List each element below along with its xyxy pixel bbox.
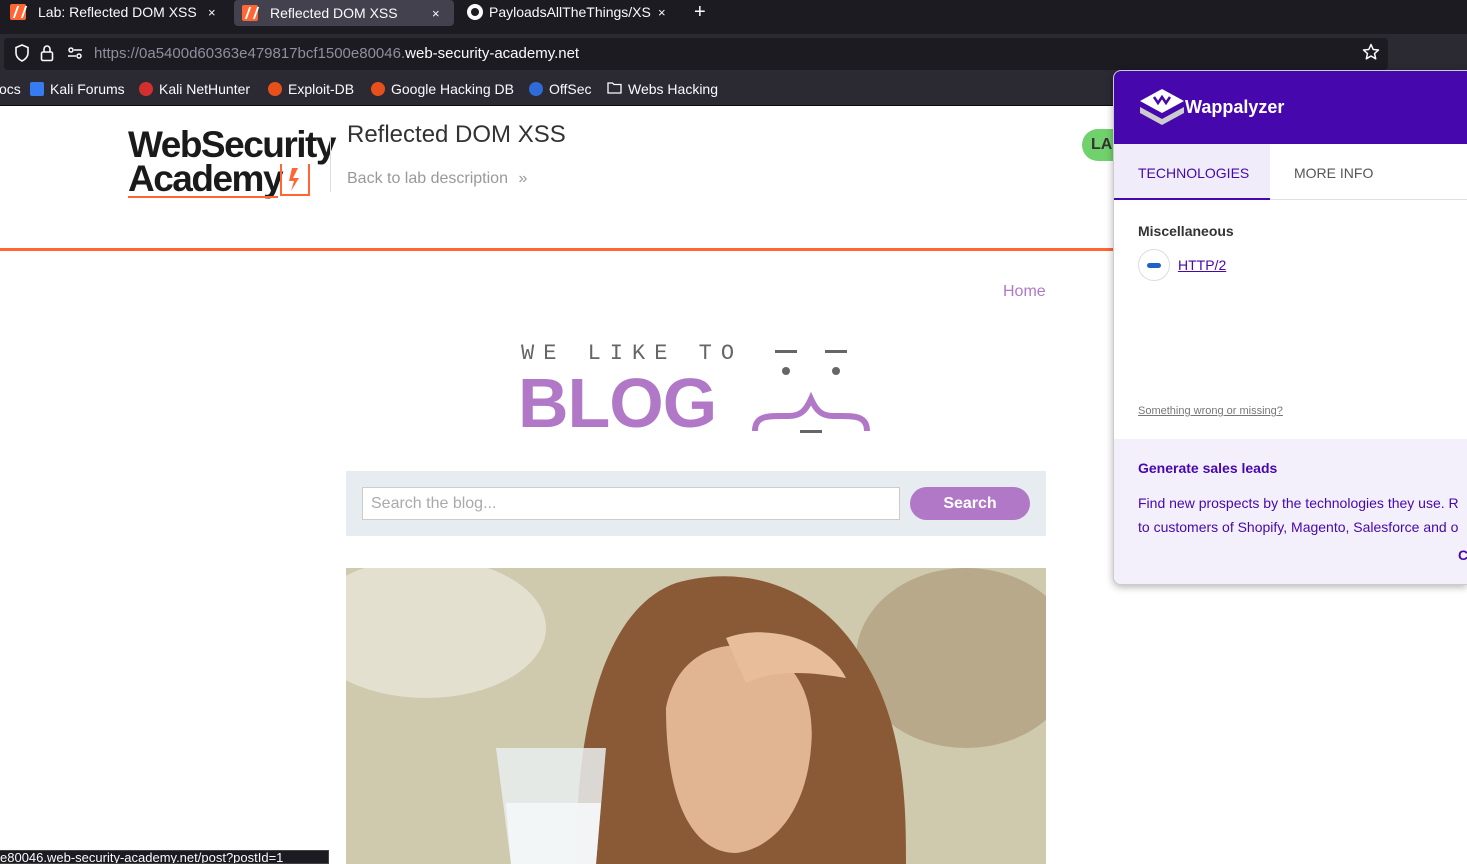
promo-line: to customers of Shopify, Magento, Salesf… <box>1138 519 1459 535</box>
promo-title: Generate sales leads <box>1138 460 1278 476</box>
bookmark-google-hacking-db[interactable]: Google Hacking DB <box>371 81 514 97</box>
chevron-right-icon: » <box>518 170 528 187</box>
technology-item[interactable]: HTTP/2 <box>1138 249 1226 281</box>
back-to-lab-description-link[interactable]: Back to lab description » <box>347 170 527 188</box>
browser-tab-bar: Lab: Reflected DOM XSS | × Reflected DOM… <box>0 0 1467 34</box>
bookmark-label: Google Hacking DB <box>391 81 514 97</box>
tab-title: PayloadsAllTheThings/XS <box>489 4 651 20</box>
tab-close-icon[interactable]: × <box>658 5 666 20</box>
blog-banner: WE LIKE TO BLOG <box>518 338 878 442</box>
category-heading: Miscellaneous <box>1138 223 1234 239</box>
wappalyzer-tabs: TECHNOLOGIES MORE INFO <box>1114 144 1467 200</box>
tab-technologies[interactable]: TECHNOLOGIES <box>1114 144 1270 200</box>
url-prefix: https://0a5400d60363e479817bcf1500e80046… <box>94 45 406 62</box>
something-wrong-link[interactable]: Something wrong or missing? <box>1138 405 1283 417</box>
technology-link[interactable]: HTTP/2 <box>1178 257 1226 273</box>
url-domain: web-security-academy.net <box>405 45 580 62</box>
bookmark-label: Webs Hacking <box>628 81 719 97</box>
nav-home-link[interactable]: Home <box>1003 283 1046 301</box>
ghdb-icon <box>371 82 385 96</box>
promo-cta-button[interactable]: C <box>1458 547 1467 563</box>
new-tab-icon[interactable]: + <box>694 1 706 24</box>
exploit-db-icon <box>268 82 282 96</box>
bookmark-kali-nethunter[interactable]: Kali NetHunter <box>139 81 250 97</box>
search-input[interactable] <box>362 487 900 520</box>
portswigger-favicon-icon <box>242 5 258 21</box>
url-text[interactable]: https://0a5400d60363e479817bcf1500e80046… <box>94 45 579 62</box>
search-button[interactable]: Search <box>910 487 1030 520</box>
kali-dragon-icon <box>30 82 44 96</box>
navigation-bar: https://0a5400d60363e479817bcf1500e80046… <box>0 34 1467 74</box>
shield-icon[interactable] <box>14 44 30 66</box>
web-security-academy-logo[interactable]: WebSecurity Academy <box>128 124 336 199</box>
promo-panel: Generate sales leads Find new prospects … <box>1114 439 1467 584</box>
logo-text-line2: Academy <box>128 158 284 199</box>
logo-underline <box>128 196 278 198</box>
bookmark-exploit-db[interactable]: Exploit-DB <box>268 81 354 97</box>
tab-title: Lab: Reflected DOM XSS | <box>38 4 198 20</box>
search-form: Search <box>346 471 1046 536</box>
wappalyzer-brand: Wappalyzer <box>1185 97 1285 117</box>
logo-bolt-icon <box>280 164 310 196</box>
bookmark-folder-webs-hacking[interactable]: Webs Hacking <box>607 81 718 97</box>
tab-lab-description[interactable]: Lab: Reflected DOM XSS | × <box>10 0 230 24</box>
bookmark-label: Kali Forums <box>50 81 125 97</box>
bookmark-label: OffSec <box>549 81 592 97</box>
http2-icon <box>1138 249 1170 281</box>
smiley-face-icon <box>752 350 870 433</box>
permissions-icon[interactable] <box>66 44 84 66</box>
wappalyzer-header: Wappalyzer <box>1114 71 1467 144</box>
portswigger-favicon-icon <box>10 4 26 20</box>
bookmark-star-icon[interactable] <box>1362 43 1380 65</box>
header-divider <box>330 136 331 192</box>
promo-body: Find new prospects by the technologies t… <box>1138 491 1467 539</box>
banner-title: BLOG <box>518 364 717 442</box>
bookmark-kali-forums[interactable]: Kali Forums <box>30 81 125 97</box>
tab-title: Reflected DOM XSS <box>270 5 398 21</box>
promo-line: Find new prospects by the technologies t… <box>1138 495 1459 511</box>
lab-title: Reflected DOM XSS <box>347 121 566 148</box>
tab-close-icon[interactable]: × <box>208 5 216 20</box>
blog-post-image[interactable] <box>346 568 1046 864</box>
back-link-label: Back to lab description <box>347 170 508 187</box>
bookmark-docs[interactable]: ocs <box>0 81 21 97</box>
offsec-icon <box>529 82 543 96</box>
bookmark-offsec[interactable]: OffSec <box>529 81 592 97</box>
wappalyzer-logo-icon <box>1140 89 1184 125</box>
tab-close-icon[interactable]: × <box>432 6 440 21</box>
folder-icon <box>607 81 622 97</box>
bookmark-label: ocs <box>0 81 21 97</box>
woman-headache-photo <box>346 568 1046 864</box>
address-bar[interactable]: https://0a5400d60363e479817bcf1500e80046… <box>4 38 1388 70</box>
tab-reflected-dom-xss[interactable]: Reflected DOM XSS × <box>234 0 454 26</box>
tab-payloads-all-the-things[interactable]: PayloadsAllTheThings/XS × <box>467 0 677 24</box>
status-bar-url: e80046.web-security-academy.net/post?pos… <box>0 850 329 864</box>
tab-more-info[interactable]: MORE INFO <box>1294 144 1373 200</box>
wappalyzer-popup: Wappalyzer TECHNOLOGIES MORE INFO Miscel… <box>1113 70 1467 585</box>
lock-icon[interactable] <box>40 44 54 66</box>
github-favicon-icon <box>467 4 483 20</box>
bookmark-label: Exploit-DB <box>288 81 355 97</box>
nethunter-icon <box>139 82 153 96</box>
bookmark-label: Kali NetHunter <box>159 81 251 97</box>
